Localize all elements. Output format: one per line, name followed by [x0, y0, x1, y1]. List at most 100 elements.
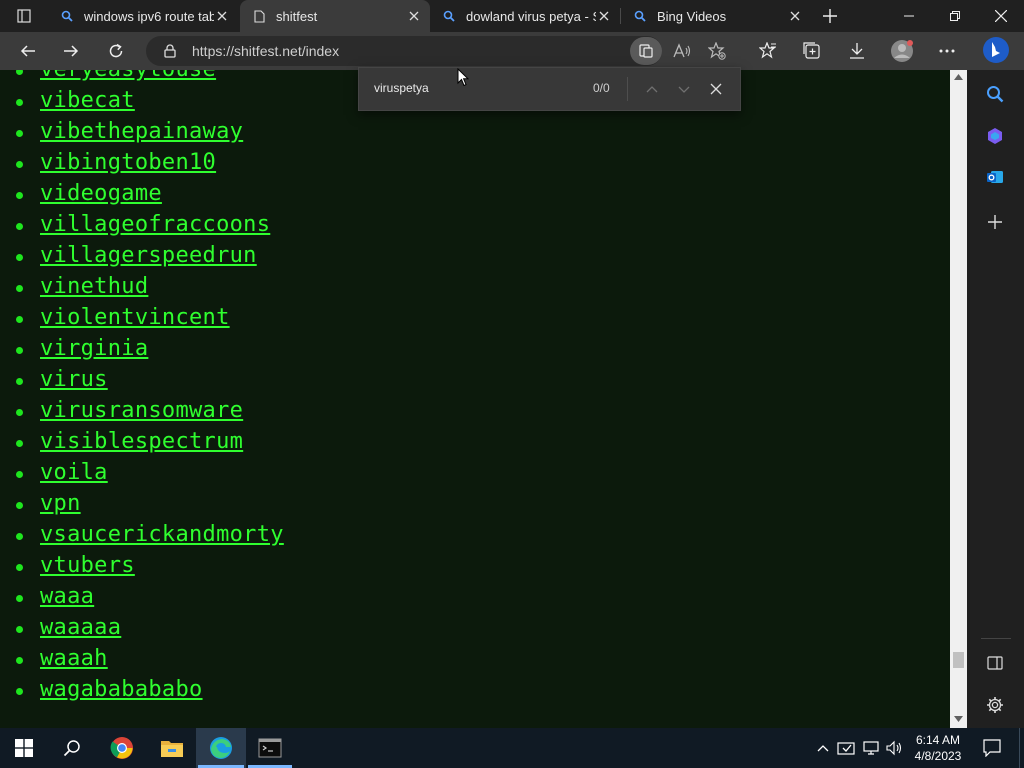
back-arrow-icon [20, 45, 35, 57]
lock-icon[interactable] [164, 44, 176, 63]
split-screen-icon [987, 656, 1003, 670]
bullet [16, 99, 23, 106]
taskbar-terminal-button[interactable] [246, 728, 294, 768]
bullet [16, 471, 23, 478]
profile-button[interactable] [888, 37, 916, 65]
app-available-button[interactable] [630, 37, 662, 65]
sidebar-divider [981, 638, 1011, 639]
close-icon [710, 83, 722, 95]
tab-dowland-virus-petya[interactable]: dowland virus petya - Se [430, 0, 620, 32]
collections-button[interactable] [798, 37, 826, 65]
forward-button[interactable] [57, 37, 85, 65]
tab-bing-videos[interactable]: Bing Videos [621, 0, 811, 32]
show-hidden-icons-button[interactable] [813, 728, 833, 768]
link[interactable]: videogame [40, 181, 162, 206]
clock-date: 4/8/2023 [914, 749, 962, 763]
link[interactable]: veryeasytouse [40, 70, 216, 82]
taskbar-edge-button[interactable] [196, 728, 246, 768]
tab-close-icon[interactable] [214, 8, 230, 24]
close-window-button[interactable] [978, 0, 1024, 32]
read-aloud-icon [673, 43, 691, 58]
sidebar-settings-button[interactable] [981, 691, 1009, 719]
link[interactable]: vsaucerickandmorty [40, 522, 284, 547]
link[interactable]: wagababababo [40, 677, 203, 702]
find-input[interactable]: viruspetya [374, 81, 574, 95]
bullet [16, 595, 23, 602]
show-desktop-button[interactable] [1019, 728, 1024, 768]
read-aloud-button[interactable] [668, 37, 696, 65]
minimize-icon [904, 15, 914, 17]
link[interactable]: waaa [40, 584, 94, 609]
link[interactable]: virginia [40, 336, 148, 361]
find-next-button[interactable] [673, 78, 695, 100]
address-bar[interactable]: https://shitfest.net/index [146, 36, 662, 66]
link[interactable]: villageofraccoons [40, 212, 270, 237]
link[interactable]: voila [40, 460, 108, 485]
link[interactable]: villagerspeedrun [40, 243, 257, 268]
link[interactable]: waaah [40, 646, 108, 671]
sidebar-copilot-button[interactable] [981, 122, 1009, 150]
link[interactable]: virus [40, 367, 108, 392]
vertical-scrollbar[interactable] [950, 70, 967, 728]
restore-button[interactable] [932, 0, 978, 32]
find-previous-button[interactable] [641, 78, 663, 100]
find-close-button[interactable] [705, 78, 727, 100]
minimize-button[interactable] [886, 0, 932, 32]
link[interactable]: vinethud [40, 274, 148, 299]
clock[interactable]: 6:14 AM 4/8/2023 [908, 728, 968, 768]
new-tab-button[interactable] [816, 0, 844, 32]
bullet [16, 502, 23, 509]
office-icon [988, 128, 1002, 144]
favorites-button[interactable] [754, 37, 782, 65]
taskbar-file-explorer-button[interactable] [148, 728, 196, 768]
tab-actions-button[interactable] [8, 0, 40, 32]
tab-label: Bing Videos [657, 8, 727, 24]
link[interactable]: visiblespectrum [40, 429, 243, 454]
start-button[interactable] [0, 728, 48, 768]
list-item: waaa [0, 581, 284, 612]
notifications-button[interactable] [976, 728, 1008, 768]
tab-close-icon[interactable] [596, 8, 612, 24]
list-item: videogame [0, 178, 284, 209]
link[interactable]: vpn [40, 491, 81, 516]
link[interactable]: waaaaa [40, 615, 121, 640]
downloads-button[interactable] [843, 37, 871, 65]
gear-icon [987, 697, 1003, 713]
bullet [16, 223, 23, 230]
tab-close-icon[interactable] [406, 8, 422, 24]
link[interactable]: vtubers [40, 553, 135, 578]
bullet [16, 161, 23, 168]
taskbar-chrome-button[interactable] [98, 728, 146, 768]
settings-more-button[interactable] [933, 37, 961, 65]
sidebar-split-button[interactable] [981, 649, 1009, 677]
list-item: vibecat [0, 85, 284, 116]
taskbar-search-button[interactable] [48, 728, 96, 768]
link[interactable]: virusransomware [40, 398, 243, 423]
link[interactable]: vibingtoben10 [40, 150, 216, 175]
sidebar-search-button[interactable] [981, 80, 1009, 108]
scroll-down-icon[interactable] [954, 716, 963, 722]
scroll-up-icon[interactable] [954, 74, 963, 80]
speaker-icon [886, 740, 902, 756]
link[interactable]: vibecat [40, 88, 135, 113]
tab-windows-ipv6[interactable]: windows ipv6 route tab [48, 0, 238, 32]
scrollbar-thumb[interactable] [953, 652, 964, 668]
link[interactable]: vibethepainaway [40, 119, 243, 144]
search-icon [633, 9, 647, 23]
sidebar-outlook-button[interactable] [981, 163, 1009, 191]
tab-label: shitfest [276, 8, 318, 24]
add-favorite-button[interactable] [703, 37, 731, 65]
close-icon [995, 10, 1007, 22]
network-button[interactable] [860, 728, 882, 768]
tray-app-button[interactable] [836, 728, 856, 768]
bing-chat-button[interactable] [980, 33, 1012, 67]
link[interactable]: violentvincent [40, 305, 230, 330]
tab-close-icon[interactable] [787, 8, 803, 24]
volume-button[interactable] [884, 728, 906, 768]
refresh-button[interactable] [102, 37, 130, 65]
list-item: vibethepainaway [0, 116, 284, 147]
back-button[interactable] [14, 37, 42, 65]
tab-shitfest[interactable]: shitfest [240, 0, 430, 32]
sidebar-add-button[interactable] [981, 208, 1009, 236]
bullet [16, 626, 23, 633]
